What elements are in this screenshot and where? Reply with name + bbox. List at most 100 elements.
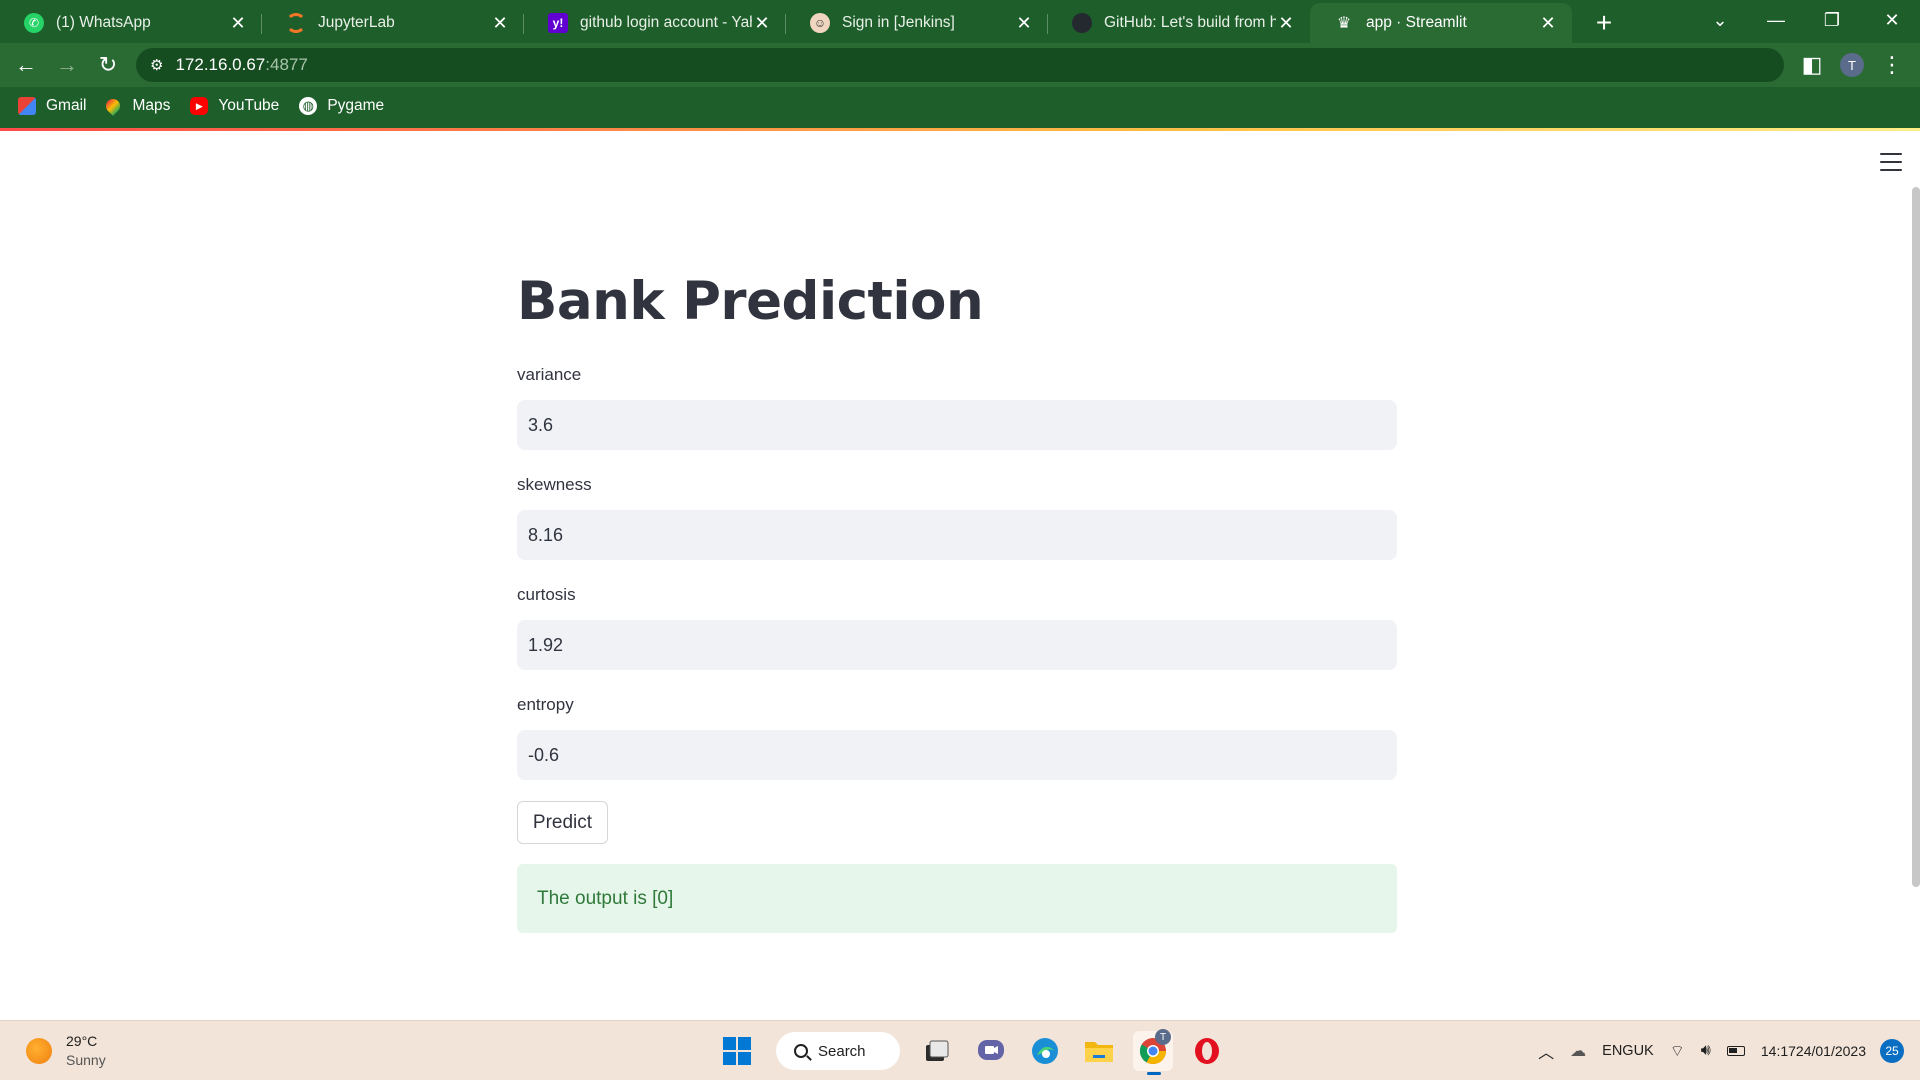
file-explorer-button[interactable] — [1079, 1031, 1119, 1071]
chrome-button[interactable]: T — [1133, 1029, 1173, 1075]
browser-chrome: ✆ (1) WhatsApp ✕ JupyterLab ✕ y! github … — [0, 0, 1920, 131]
site-info-icon[interactable]: ⚙ — [150, 56, 163, 74]
reload-button[interactable]: ↻ — [92, 49, 124, 81]
bookmark-label: YouTube — [218, 97, 280, 114]
weather-condition: Sunny — [66, 1052, 106, 1068]
teams-chat-button[interactable] — [971, 1031, 1011, 1071]
curtosis-input[interactable]: 1.92 — [517, 620, 1397, 670]
github-icon — [1072, 13, 1092, 33]
weather-widget[interactable]: 29°C Sunny — [26, 1032, 106, 1070]
result-text: The output is [0] — [537, 887, 674, 909]
streamlit-icon: ♛ — [1336, 15, 1352, 32]
close-tab-icon[interactable]: ✕ — [1276, 13, 1296, 33]
tab-whatsapp[interactable]: ✆ (1) WhatsApp ✕ — [0, 3, 262, 43]
tab-streamlit[interactable]: ♛ app · Streamlit ✕ — [1310, 3, 1572, 43]
globe-icon: ◍ — [299, 97, 318, 115]
tab-title: Sign in [Jenkins] — [842, 14, 955, 31]
entropy-label: entropy — [517, 695, 574, 714]
address-bar[interactable]: ⚙ 172.16.0.67:4877 — [136, 48, 1784, 82]
variance-label: variance — [517, 365, 582, 384]
jenkins-icon: ☺ — [810, 13, 830, 33]
tab-strip: ✆ (1) WhatsApp ✕ JupyterLab ✕ y! github … — [0, 0, 1920, 43]
chrome-profile-badge: T — [1155, 1029, 1171, 1045]
restore-button[interactable]: ❐ — [1804, 0, 1860, 40]
taskbar-search[interactable]: Search — [776, 1032, 900, 1070]
close-tab-icon[interactable]: ✕ — [228, 13, 248, 33]
edge-icon — [1032, 1038, 1058, 1064]
tab-yahoo[interactable]: y! github login account - Yahoo ✕ — [524, 3, 786, 43]
close-window-button[interactable]: ✕ — [1864, 0, 1920, 40]
streamlit-page: Bank Prediction variance 3.6 skewness 8.… — [0, 131, 1920, 1020]
main-menu-icon[interactable] — [1880, 153, 1902, 171]
search-label: Search — [818, 1042, 866, 1060]
back-button[interactable]: ← — [10, 49, 42, 81]
active-app-indicator — [1147, 1072, 1161, 1075]
bookmark-label: Maps — [132, 97, 171, 114]
close-tab-icon[interactable]: ✕ — [490, 13, 510, 33]
yahoo-icon: y! — [548, 13, 568, 33]
browser-toolbar: ← → ↻ ⚙ 172.16.0.67:4877 ◧ T ⋮ — [0, 43, 1920, 87]
notification-badge[interactable]: 25 — [1880, 1039, 1904, 1063]
address-host: 172.16.0.67 — [175, 55, 266, 74]
system-tray: ︿ ☁ ENG UK ⌔ 🔊︎ 14:17 24/01/2023 25 — [1530, 1021, 1920, 1080]
opera-button[interactable] — [1187, 1031, 1227, 1071]
result-alert: The output is [0] — [517, 864, 1397, 933]
battery-icon[interactable] — [1726, 1046, 1745, 1056]
tab-jenkins[interactable]: ☺ Sign in [Jenkins] ✕ — [786, 3, 1048, 43]
forward-button[interactable]: → — [51, 49, 83, 81]
address-port: :4877 — [265, 55, 308, 74]
maps-icon — [103, 96, 124, 116]
variance-input[interactable]: 3.6 — [517, 400, 1397, 450]
youtube-icon: ▶ — [190, 97, 209, 115]
sun-icon — [26, 1038, 52, 1064]
windows-icon — [723, 1037, 751, 1065]
language-code: ENG — [1602, 1042, 1634, 1059]
clock-date: 24/01/2023 — [1795, 1042, 1866, 1059]
tab-title: github login account - Yahoo — [580, 14, 752, 31]
minimize-button[interactable]: — — [1748, 0, 1804, 40]
bookmark-maps[interactable]: Maps — [103, 96, 171, 116]
bookmark-pygame[interactable]: ◍ Pygame — [299, 97, 384, 115]
opera-icon — [1195, 1038, 1219, 1064]
wifi-icon[interactable]: ⌔ — [1670, 1041, 1685, 1061]
clock-time: 14:17 — [1760, 1042, 1796, 1059]
tab-title: (1) WhatsApp — [56, 14, 151, 31]
bookmark-youtube[interactable]: ▶ YouTube — [190, 97, 279, 115]
tab-title: GitHub: Let's build from here — [1104, 14, 1276, 31]
task-view-button[interactable] — [917, 1031, 957, 1071]
bookmarks-bar: Gmail Maps ▶ YouTube ◍ Pygame — [0, 87, 1920, 125]
predict-button[interactable]: Predict — [517, 801, 608, 844]
entropy-input[interactable]: -0.6 — [517, 730, 1397, 780]
clock[interactable]: 14:17 24/01/2023 — [1761, 1042, 1866, 1061]
tab-jupyterlab[interactable]: JupyterLab ✕ — [262, 3, 524, 43]
profile-avatar[interactable]: T — [1836, 49, 1868, 81]
windows-taskbar: 29°C Sunny Search T ︿ ☁ ENG UK ⌔ 🔊︎ 14:1… — [0, 1020, 1920, 1080]
show-hidden-icons-chevron-icon[interactable]: ︿ — [1538, 1039, 1554, 1063]
skewness-input[interactable]: 8.16 — [517, 510, 1397, 560]
tab-search-chevron-icon[interactable]: ⌄ — [1692, 0, 1748, 40]
close-tab-icon[interactable]: ✕ — [752, 13, 772, 33]
volume-icon[interactable]: 🔊︎ — [1701, 1042, 1711, 1060]
task-view-icon — [926, 1040, 949, 1061]
start-button[interactable] — [717, 1031, 757, 1071]
folder-icon — [1085, 1042, 1113, 1062]
tab-title: app · Streamlit — [1366, 14, 1467, 31]
close-tab-icon[interactable]: ✕ — [1014, 13, 1034, 33]
page-scrollbar[interactable] — [1912, 187, 1920, 887]
curtosis-label: curtosis — [517, 585, 576, 604]
whatsapp-icon: ✆ — [24, 13, 44, 33]
new-tab-button[interactable]: + — [1584, 3, 1624, 43]
language-indicator[interactable]: ENG UK — [1602, 1042, 1654, 1061]
bookmark-label: Pygame — [327, 97, 385, 114]
gmail-icon — [18, 97, 36, 115]
profile-initial: T — [1840, 53, 1864, 77]
menu-kebab-icon[interactable]: ⋮ — [1876, 49, 1908, 81]
page-title: Bank Prediction — [517, 271, 984, 332]
onedrive-error-icon[interactable]: ☁ — [1570, 1041, 1586, 1061]
side-panel-icon[interactable]: ◧ — [1796, 49, 1828, 81]
tab-github[interactable]: GitHub: Let's build from here ✕ — [1048, 3, 1310, 43]
edge-button[interactable] — [1025, 1031, 1065, 1071]
close-tab-icon[interactable]: ✕ — [1538, 13, 1558, 33]
taskbar-apps: Search T — [710, 1029, 1234, 1075]
bookmark-gmail[interactable]: Gmail — [18, 97, 86, 115]
